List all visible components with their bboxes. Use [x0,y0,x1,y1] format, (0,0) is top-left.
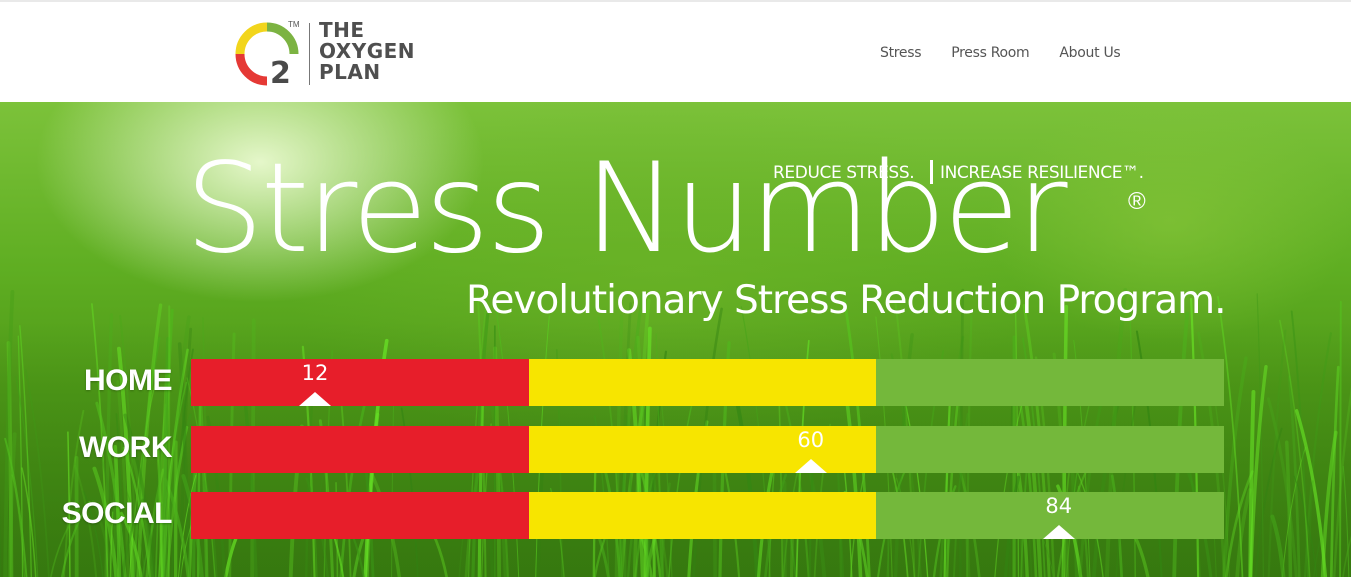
logo-trademark: TM [288,20,300,29]
site-header: 2 TM THE OXYGEN PLAN Stress Press Room A… [0,0,1351,102]
row-label-home: HOME [84,364,173,397]
score-marker-icon [1042,525,1075,539]
zone-green [876,359,1224,406]
row-label-social: SOCIAL [61,497,173,530]
score-marker-icon [794,459,827,473]
zone-red [191,359,529,406]
hero-subtitle: Revolutionary Stress Reduction Program. [466,278,1227,323]
nav-item-press-room[interactable]: Press Room [951,45,1029,61]
registered-mark: ® [1128,188,1146,215]
score-value: 12 [301,361,329,385]
score-row-home: HOME 12 [0,359,1351,407]
logo-number: 2 [270,56,291,91]
score-marker-icon [298,392,331,406]
logo-divider [309,23,310,85]
logo-word-the: THE [319,18,365,42]
score-value: 84 [1045,494,1073,518]
nav-item-stress[interactable]: Stress [880,45,922,61]
zone-yellow [529,492,876,539]
score-row-social: SOCIAL 84 [0,492,1351,540]
logo-word-plan: PLAN [319,60,381,84]
hero-title: Stress Number [185,137,1068,281]
hero-banner: REDUCE STRESS. INCREASE RESILIENCE™. Str… [0,102,1351,577]
score-row-work: WORK 60 [0,426,1351,474]
score-value: 60 [797,428,825,452]
stress-scale-bar: 12 [191,359,1224,406]
zone-green [876,426,1224,473]
logo-wordmark: THE OXYGEN PLAN [319,20,415,83]
stress-scale-bar: 84 [191,492,1224,539]
zone-red [191,492,529,539]
main-nav: Stress Press Room About Us [880,45,1121,61]
o2-ring-icon [235,22,299,86]
stress-scale-bar: 60 [191,426,1224,473]
nav-item-about-us[interactable]: About Us [1059,45,1120,61]
zone-yellow [529,359,876,406]
row-label-work: WORK [79,431,172,464]
zone-red [191,426,529,473]
logo-word-oxygen: OXYGEN [319,39,416,63]
